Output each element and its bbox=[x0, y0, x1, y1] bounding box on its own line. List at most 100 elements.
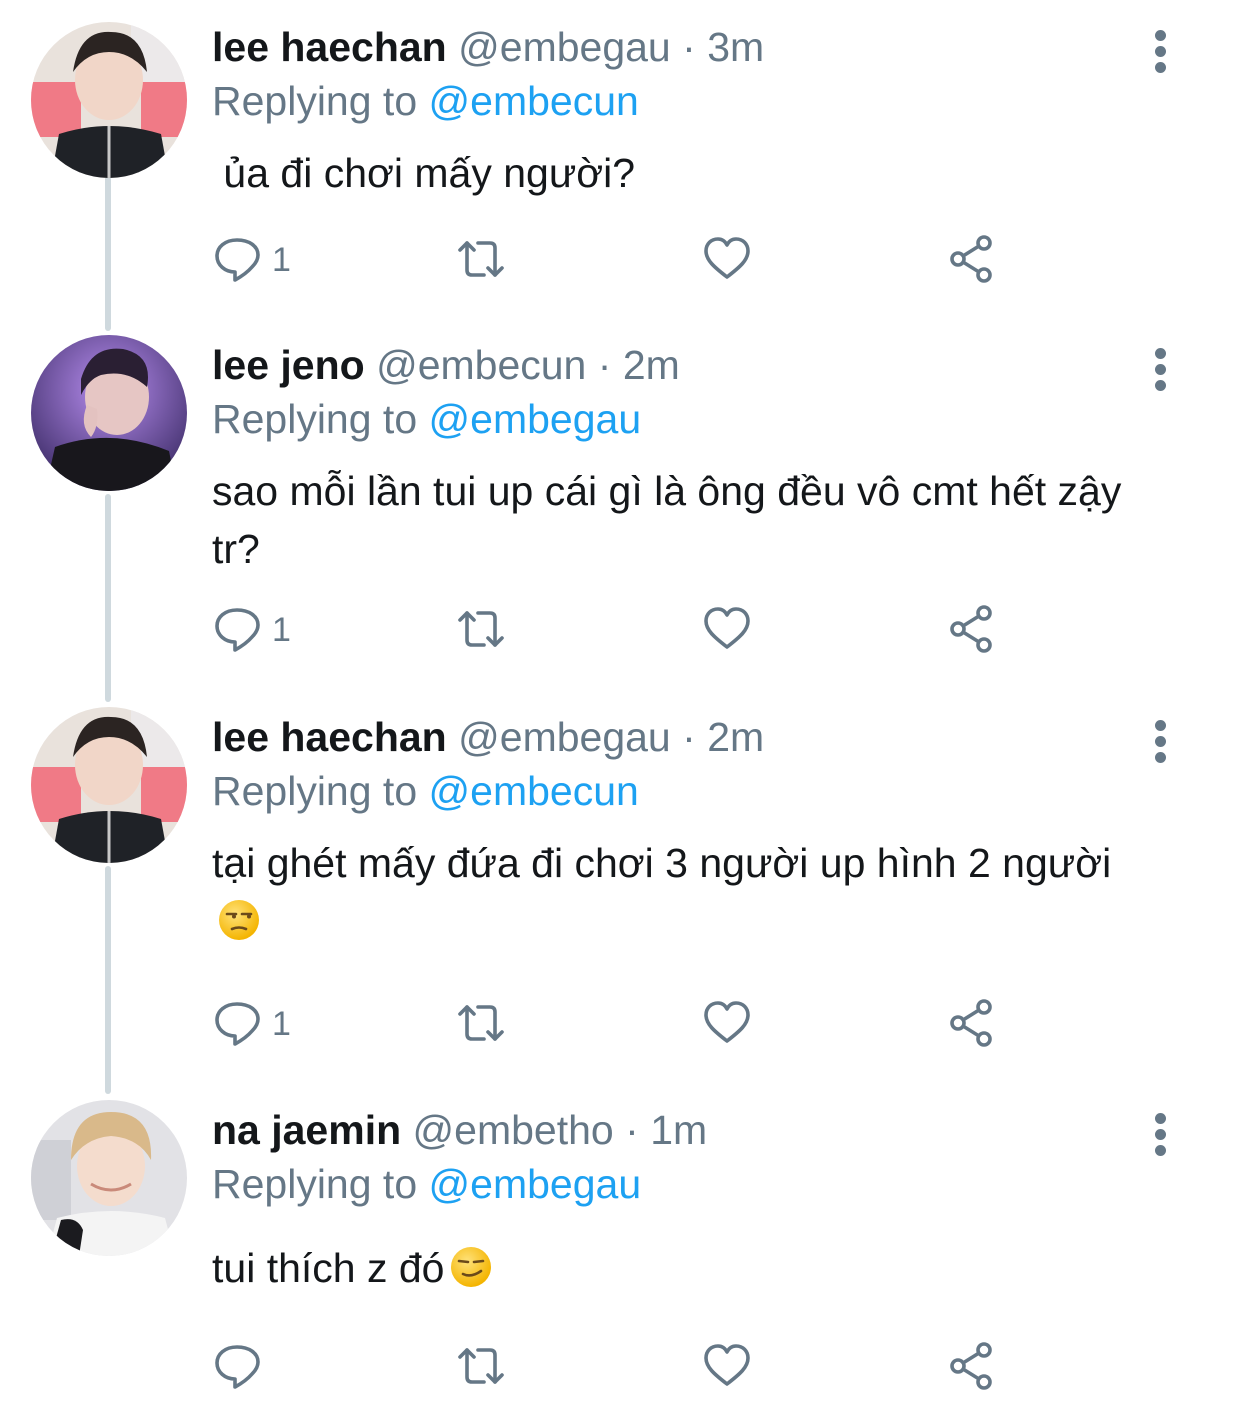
retweet-button[interactable] bbox=[456, 604, 506, 656]
heart-icon bbox=[704, 1344, 750, 1386]
tweet[interactable]: lee haechan @embegau · 3m Replying to @e… bbox=[0, 22, 1242, 302]
retweet-button[interactable] bbox=[456, 998, 506, 1050]
retweet-icon bbox=[458, 611, 504, 647]
replying-to-handle[interactable]: @embecun bbox=[429, 768, 639, 814]
tweet-header: lee jeno @embecun · 2m bbox=[212, 340, 680, 390]
reply-button[interactable] bbox=[212, 1341, 262, 1393]
tweet-text-content: tại ghét mấy đứa đi chơi 3 người up hình… bbox=[212, 840, 1112, 886]
action-bar bbox=[212, 1341, 1032, 1393]
reply-icon bbox=[215, 1345, 260, 1389]
retweet-icon bbox=[458, 241, 504, 277]
user-handle[interactable]: @embegau bbox=[458, 714, 671, 760]
share-icon bbox=[950, 235, 992, 283]
reply-count: 1 bbox=[272, 241, 291, 279]
replying-to: Replying to @embegau bbox=[212, 394, 641, 444]
more-options-button[interactable] bbox=[1146, 716, 1176, 780]
replying-to-label: Replying to bbox=[212, 1161, 418, 1207]
more-dot bbox=[1155, 62, 1166, 73]
more-dot bbox=[1155, 364, 1166, 375]
user-handle[interactable]: @embetho bbox=[413, 1107, 614, 1153]
reply-icon bbox=[215, 238, 260, 282]
tweet-text: ủa đi chơi mấy người? bbox=[212, 144, 1192, 202]
more-options-button[interactable] bbox=[1146, 26, 1176, 90]
tweet[interactable]: lee jeno @embecun · 2m Replying to @embe… bbox=[0, 335, 1242, 670]
tweet-text-content: tui thích z đó bbox=[212, 1245, 445, 1291]
replying-to-label: Replying to bbox=[212, 768, 418, 814]
reply-button[interactable]: 1 bbox=[212, 604, 291, 656]
timestamp[interactable]: 2m bbox=[623, 342, 680, 388]
reply-icon bbox=[215, 608, 260, 652]
separator-dot: · bbox=[625, 1107, 639, 1153]
separator-dot: · bbox=[682, 24, 696, 70]
replying-to-handle[interactable]: @embegau bbox=[429, 396, 642, 442]
retweet-button[interactable] bbox=[456, 1341, 506, 1393]
user-handle[interactable]: @embecun bbox=[376, 342, 586, 388]
more-dot bbox=[1155, 1129, 1166, 1140]
heart-icon bbox=[704, 237, 750, 279]
reply-icon bbox=[215, 1002, 260, 1046]
tweet-text: tại ghét mấy đứa đi chơi 3 người up hình… bbox=[212, 834, 1152, 950]
tweet[interactable]: lee haechan @embegau · 2m Replying to @e… bbox=[0, 707, 1242, 1052]
separator-dot: · bbox=[682, 714, 696, 760]
more-vertical-icon bbox=[1155, 348, 1166, 359]
more-dot bbox=[1155, 752, 1166, 763]
avatar[interactable] bbox=[31, 335, 187, 491]
tweet-text: sao mỗi lần tui up cái gì là ông đều vô … bbox=[212, 462, 1152, 578]
more-vertical-icon bbox=[1155, 720, 1166, 731]
user-handle[interactable]: @embegau bbox=[458, 24, 671, 70]
replying-to: Replying to @embecun bbox=[212, 76, 639, 126]
timestamp[interactable]: 3m bbox=[707, 24, 764, 70]
like-button[interactable] bbox=[702, 1341, 752, 1393]
tweet[interactable]: na jaemin @embetho · 1m Replying to @emb… bbox=[0, 1100, 1242, 1395]
replying-to-label: Replying to bbox=[212, 396, 418, 442]
avatar[interactable] bbox=[31, 707, 187, 863]
share-button[interactable] bbox=[946, 998, 996, 1050]
action-bar: 1 bbox=[212, 604, 1032, 656]
retweet-icon bbox=[458, 1005, 504, 1041]
more-dot bbox=[1155, 736, 1166, 747]
more-vertical-icon bbox=[1155, 30, 1166, 41]
unamused-face-emoji bbox=[219, 900, 259, 940]
action-bar: 1 bbox=[212, 998, 1032, 1050]
share-button[interactable] bbox=[946, 234, 996, 286]
more-dot bbox=[1155, 46, 1166, 57]
replying-to: Replying to @embecun bbox=[212, 766, 639, 816]
smirking-face-emoji bbox=[451, 1247, 492, 1287]
tweet-text-content: sao mỗi lần tui up cái gì là ông đều vô … bbox=[212, 468, 1122, 572]
display-name[interactable]: lee haechan bbox=[212, 714, 447, 760]
display-name[interactable]: na jaemin bbox=[212, 1107, 401, 1153]
timestamp[interactable]: 2m bbox=[707, 714, 764, 760]
share-button[interactable] bbox=[946, 1341, 996, 1393]
like-button[interactable] bbox=[702, 604, 752, 656]
reply-button[interactable]: 1 bbox=[212, 998, 291, 1050]
heart-icon bbox=[704, 607, 750, 649]
avatar[interactable] bbox=[31, 22, 187, 178]
avatar[interactable] bbox=[31, 1100, 187, 1256]
more-options-button[interactable] bbox=[1146, 1109, 1176, 1173]
retweet-button[interactable] bbox=[456, 234, 506, 286]
tweet-text: tui thích z đó bbox=[212, 1239, 1192, 1297]
replying-to-label: Replying to bbox=[212, 78, 418, 124]
replying-to-handle[interactable]: @embegau bbox=[429, 1161, 642, 1207]
reply-count: 1 bbox=[272, 1005, 291, 1043]
more-vertical-icon bbox=[1155, 1113, 1166, 1124]
separator-dot: · bbox=[597, 342, 612, 388]
tweet-header: lee haechan @embegau · 2m bbox=[212, 712, 764, 762]
replying-to: Replying to @embegau bbox=[212, 1159, 641, 1209]
action-bar: 1 bbox=[212, 234, 1032, 286]
retweet-icon bbox=[458, 1348, 504, 1384]
like-button[interactable] bbox=[702, 998, 752, 1050]
reply-button[interactable]: 1 bbox=[212, 234, 291, 286]
tweet-header: na jaemin @embetho · 1m bbox=[212, 1105, 707, 1155]
like-button[interactable] bbox=[702, 234, 752, 286]
more-options-button[interactable] bbox=[1146, 344, 1176, 408]
share-icon bbox=[950, 605, 992, 653]
display-name[interactable]: lee haechan bbox=[212, 24, 447, 70]
share-icon bbox=[950, 999, 992, 1047]
timestamp[interactable]: 1m bbox=[650, 1107, 707, 1153]
more-dot bbox=[1155, 1145, 1166, 1156]
share-button[interactable] bbox=[946, 604, 996, 656]
more-dot bbox=[1155, 380, 1166, 391]
display-name[interactable]: lee jeno bbox=[212, 342, 365, 388]
replying-to-handle[interactable]: @embecun bbox=[429, 78, 639, 124]
